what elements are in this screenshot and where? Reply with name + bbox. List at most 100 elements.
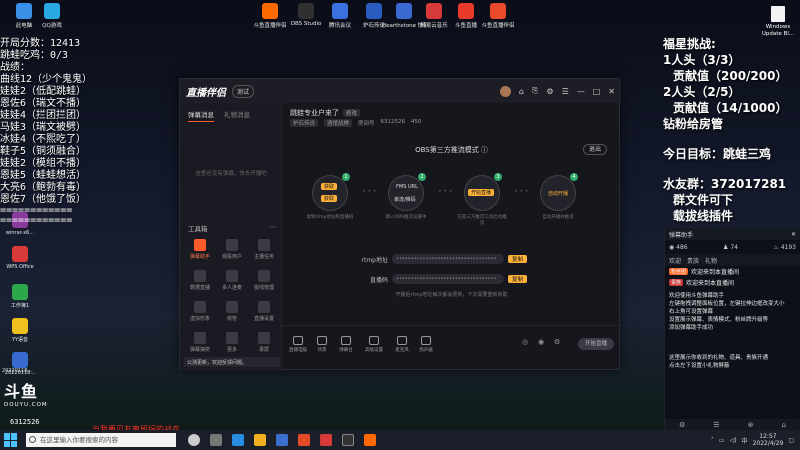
room-tag: 酒馆战棋 [324,119,353,127]
desktop-shortcut[interactable]: 斗鱼直播伴侣 [476,3,520,29]
edit-title-button[interactable]: 修改 [343,109,361,117]
update-notice[interactable]: 公测更新，欢迎反馈问题。 [184,357,280,367]
file-explorer-icon[interactable] [254,434,266,446]
minimize-icon[interactable]: — [577,87,585,96]
toolbar-item[interactable]: 扬声器 [414,336,438,353]
record-icon[interactable]: ◉ [538,338,544,346]
douyu-app-icon[interactable] [298,434,310,446]
tool-item[interactable]: 观看用户 [216,239,248,260]
step-1 [312,175,348,211]
task-1-progress: 贡献值（200/200） [673,69,788,83]
challenge-title: 福星挑战: [663,37,716,51]
desktop-top-icons: 此电脑 QQ游戏 斗鱼直播伴侣 OBS Studio 腾讯会议 炉石传说 Hearthsto… [0,0,800,36]
toolbar-icon [317,336,327,345]
avatar[interactable] [499,85,511,97]
cortana-icon[interactable] [188,434,200,446]
exit-mode-button[interactable]: 退出 [583,144,607,155]
tab-welcome[interactable]: 欢迎 [669,256,681,265]
get-rtmp-button[interactable]: 获取 [321,183,338,190]
maximize-icon[interactable]: □ [593,87,601,96]
tool-item[interactable]: 弹幕抽奖 [184,332,216,353]
taskbar-search[interactable]: 在这里输入你要搜索的内容 [26,433,176,447]
desktop-shortcut[interactable]: QQ游戏 [30,3,74,29]
notification-icon[interactable]: ▢ [788,437,794,444]
copy-rtmp-button[interactable]: 复制 [508,255,528,263]
store-icon[interactable] [276,434,288,446]
start-live-button[interactable]: 开始直播 [578,338,614,350]
rtmp-input[interactable]: •••••••••••••••••••••••••••••••••• [392,254,504,264]
step-desc: 填入OBS推流设置中 [385,215,427,220]
copy-icon[interactable]: ⎘ [532,86,538,96]
app-logo: 直播伴侣 [186,87,226,99]
start-live-step-button[interactable]: 开始直播 [468,189,495,196]
tool-label: 虚拟形象 [189,316,210,322]
tool-icon [226,270,238,282]
douyu-companion-icon[interactable] [320,434,332,446]
tool-icon [226,332,238,344]
toolbar-item[interactable]: 直播电脑 [286,336,310,353]
record-line: 冰娃4（不熙吃了） [0,134,87,145]
obs-icon[interactable] [342,434,354,446]
windows-start-icon[interactable] [4,433,18,447]
step-desc: 在第三方推流工具启动推流 [457,215,507,226]
tool-icon [194,332,206,344]
network-icon[interactable]: ▭ [719,437,725,444]
tool-item[interactable]: 更多 [216,332,248,353]
home-icon[interactable]: ⌂ [519,87,524,96]
tool-item[interactable]: 拔线管理 [248,270,280,291]
close-icon[interactable]: ✕ [791,231,796,238]
menu-icon[interactable]: ☰ [562,87,569,96]
rtmp-row: rtmp地址 •••••••••••••••••••••••••••••••••… [352,254,528,264]
tool-item[interactable]: 弹幕助手 [184,239,216,260]
arrow-icon: • • • [514,188,529,195]
toolbox-title: 工具箱 [188,225,208,233]
clock[interactable]: 12:57 2022/4/29 [753,433,784,447]
desktop-shortcut[interactable]: YY语音 [3,318,37,343]
eye-icon[interactable]: ◎ [522,338,528,346]
toolbar-item[interactable]: 场景 [310,336,334,353]
settings-icon[interactable]: ⚙ [554,338,560,346]
tab-noble[interactable]: 贵族 [687,256,699,265]
settings-icon[interactable]: ⚙ [679,421,685,429]
tool-item[interactable]: 数据直播 [184,270,216,291]
arrow-icon: • • • [438,188,453,195]
volume-icon[interactable]: ◁) [730,437,737,444]
shortcut-label: 斗鱼直播伴侣 [481,23,515,29]
toolbar-icon [369,336,379,345]
tool-icon [194,239,206,251]
more-icon[interactable]: ⋯ [270,223,277,233]
close-icon[interactable]: ✕ [608,87,615,96]
tool-item[interactable]: 主播任务 [248,239,280,260]
filter-icon[interactable]: ☰ [713,421,719,429]
tool-label: 拔线管理 [253,285,274,291]
live-tool-icon[interactable] [364,434,376,446]
tab-gifts[interactable]: 礼物消息 [224,109,250,122]
tool-item[interactable]: 房管 [216,301,248,322]
tool-item[interactable]: 直播设置 [248,301,280,322]
arrow-icon: • • • [362,188,377,195]
lock-icon[interactable]: ⌂ [781,421,785,429]
settings-icon[interactable]: ⚙ [546,87,553,96]
windows-update-shortcut[interactable]: Windows Update Bl... [758,6,798,38]
pin-icon[interactable]: ⊕ [748,421,754,429]
desktop-shortcut[interactable]: 工作簿1 [3,284,37,309]
tool-item[interactable]: 录屏 [248,332,280,353]
get-code-button[interactable]: 获取 [321,195,338,202]
info-icon[interactable]: ⓘ [481,146,488,154]
chat-text: 欢迎来到本直播间 [691,269,740,276]
tab-danmu[interactable]: 弹幕消息 [188,109,214,122]
reward-text: 钻粉给房管 [663,117,724,131]
task-view-icon[interactable] [210,434,222,446]
tab-gift[interactable]: 礼物 [705,256,717,265]
copy-code-button[interactable]: 复制 [508,275,528,283]
toolbar-item[interactable]: 弹幕台 [334,336,358,353]
toolbar-item[interactable]: 麦克风 [390,336,414,353]
edge-icon[interactable] [232,434,244,446]
toolbar-item[interactable]: 高级设置 [362,336,386,353]
tool-item[interactable]: 虚拟形象 [184,301,216,322]
ime-indicator[interactable]: 中 [742,436,748,445]
desktop-shortcut[interactable]: WPS Office [3,246,37,270]
tool-item[interactable]: 多人连麦 [216,270,248,291]
code-input[interactable]: •••••••••••••••••••••••••••••••••• [392,274,504,284]
chevron-up-icon[interactable]: ˄ [711,437,714,444]
